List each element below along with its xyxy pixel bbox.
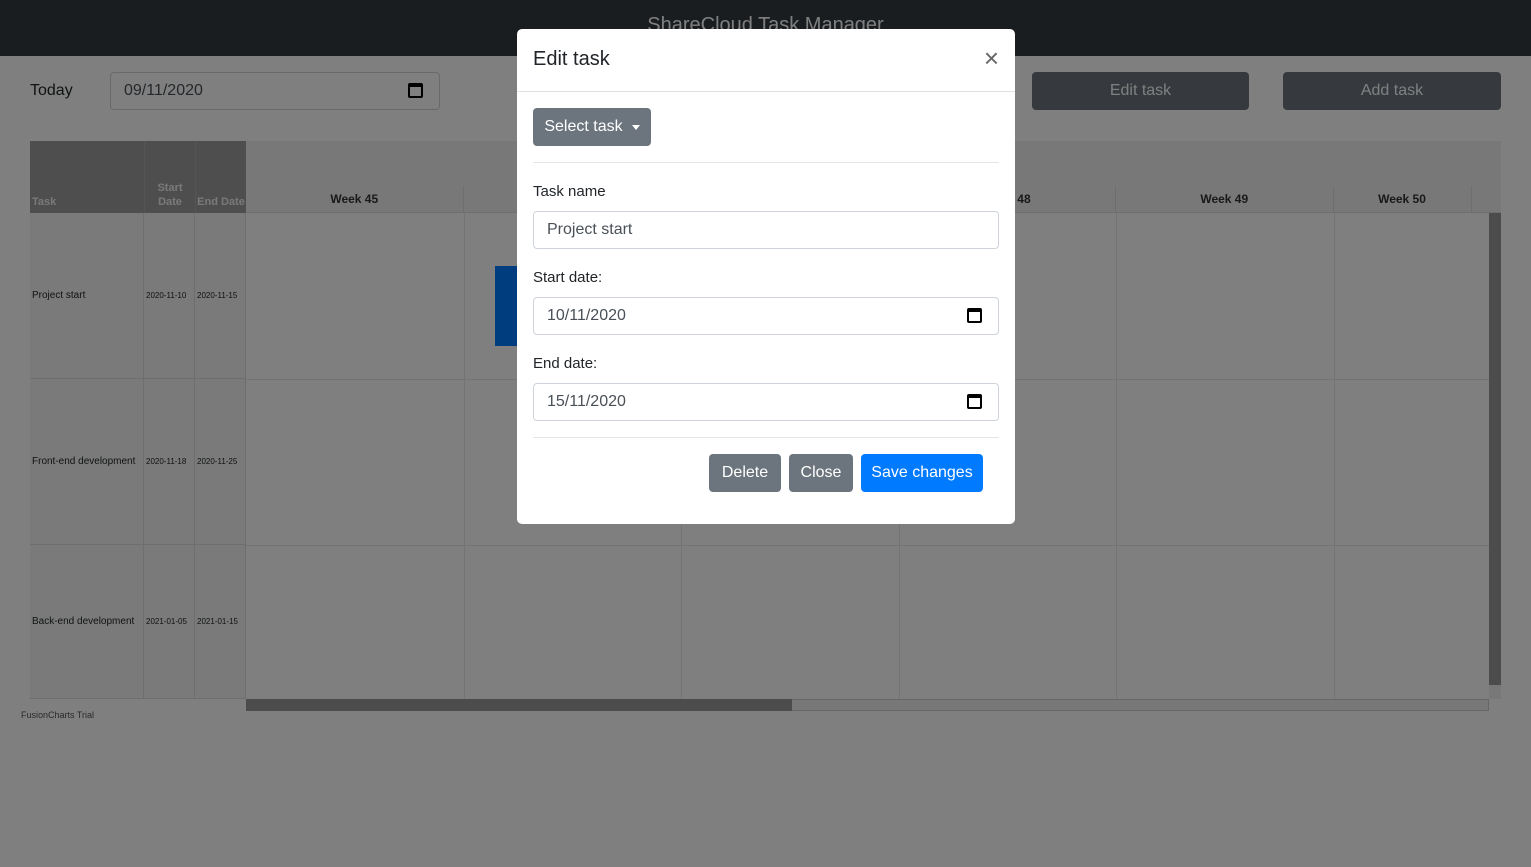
select-task-label: Select task	[544, 118, 623, 135]
select-task-dropdown[interactable]: Select task	[533, 108, 651, 146]
save-changes-button[interactable]: Save changes	[861, 454, 983, 492]
end-date-value: 15/11/2020	[547, 393, 626, 410]
divider	[533, 162, 999, 163]
modal-header: Edit task ×	[517, 29, 1015, 92]
start-date-label: Start date:	[533, 269, 603, 286]
end-date-label: End date:	[533, 355, 598, 372]
close-icon[interactable]: ×	[984, 45, 999, 71]
close-button[interactable]: Close	[789, 454, 853, 492]
task-name-value: Project start	[547, 221, 633, 238]
calendar-icon[interactable]	[967, 308, 982, 323]
modal-title: Edit task	[533, 48, 610, 70]
end-date-input[interactable]: 15/11/2020	[533, 383, 999, 421]
divider	[533, 437, 999, 438]
calendar-icon[interactable]	[967, 394, 982, 409]
edit-task-modal: Edit task × Select task Task name Projec…	[517, 29, 1015, 524]
start-date-input[interactable]: 10/11/2020	[533, 297, 999, 335]
caret-down-icon	[631, 124, 640, 130]
delete-button[interactable]: Delete	[709, 454, 781, 492]
task-name-label: Task name	[533, 183, 606, 200]
task-name-input[interactable]: Project start	[533, 211, 999, 249]
start-date-value: 10/11/2020	[547, 307, 626, 324]
